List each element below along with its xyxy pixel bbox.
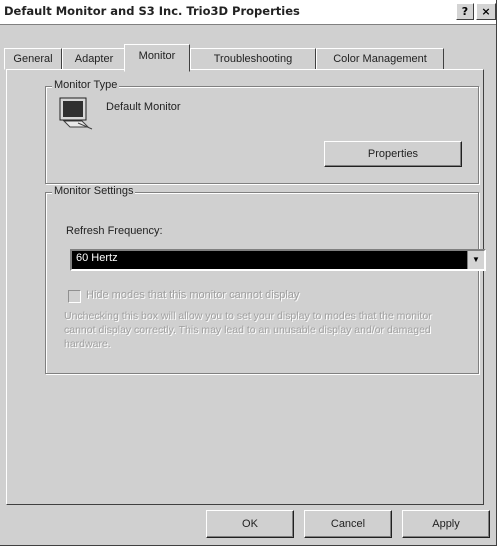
cancel-button[interactable]: Cancel bbox=[304, 510, 392, 538]
monitor-settings-legend: Monitor Settings bbox=[52, 185, 136, 197]
properties-dialog: Default Monitor and S3 Inc. Trio3D Prope… bbox=[0, 0, 497, 546]
tab-troubleshooting[interactable]: Troubleshooting bbox=[190, 48, 316, 70]
hide-modes-checkbox[interactable] bbox=[68, 290, 81, 303]
apply-button[interactable]: Apply bbox=[402, 510, 490, 538]
tab-panel-monitor: Monitor Type Default Monitor Properties … bbox=[6, 69, 486, 505]
monitor-settings-group: Monitor Settings Refresh Frequency: 60 H… bbox=[45, 185, 486, 374]
help-button[interactable]: ? bbox=[456, 3, 474, 20]
window-title: Default Monitor and S3 Inc. Trio3D Prope… bbox=[4, 4, 300, 18]
tab-general[interactable]: General bbox=[4, 48, 62, 70]
close-button[interactable]: × bbox=[476, 3, 496, 20]
ok-button[interactable]: OK bbox=[206, 510, 294, 538]
monitor-name: Default Monitor bbox=[106, 101, 181, 113]
monitor-properties-button[interactable]: Properties bbox=[324, 141, 462, 167]
chevron-down-icon[interactable]: ▼ bbox=[467, 251, 484, 269]
tab-color-management[interactable]: Color Management bbox=[316, 48, 444, 70]
tab-monitor[interactable]: Monitor bbox=[124, 44, 190, 72]
refresh-frequency-select[interactable]: 60 Hertz ▼ bbox=[70, 249, 486, 271]
tab-adapter[interactable]: Adapter bbox=[62, 48, 126, 70]
monitor-icon bbox=[59, 97, 93, 130]
title-bar[interactable]: Default Monitor and S3 Inc. Trio3D Prope… bbox=[0, 0, 496, 25]
refresh-frequency-label: Refresh Frequency: bbox=[66, 225, 163, 237]
hide-modes-label: Hide modes that this monitor cannot disp… bbox=[86, 289, 300, 301]
hide-modes-warning: Unchecking this box will allow you to se… bbox=[64, 310, 432, 350]
monitor-type-legend: Monitor Type bbox=[52, 79, 120, 91]
refresh-frequency-value: 60 Hertz bbox=[76, 252, 118, 264]
monitor-type-group: Monitor Type Default Monitor Properties bbox=[45, 79, 479, 184]
